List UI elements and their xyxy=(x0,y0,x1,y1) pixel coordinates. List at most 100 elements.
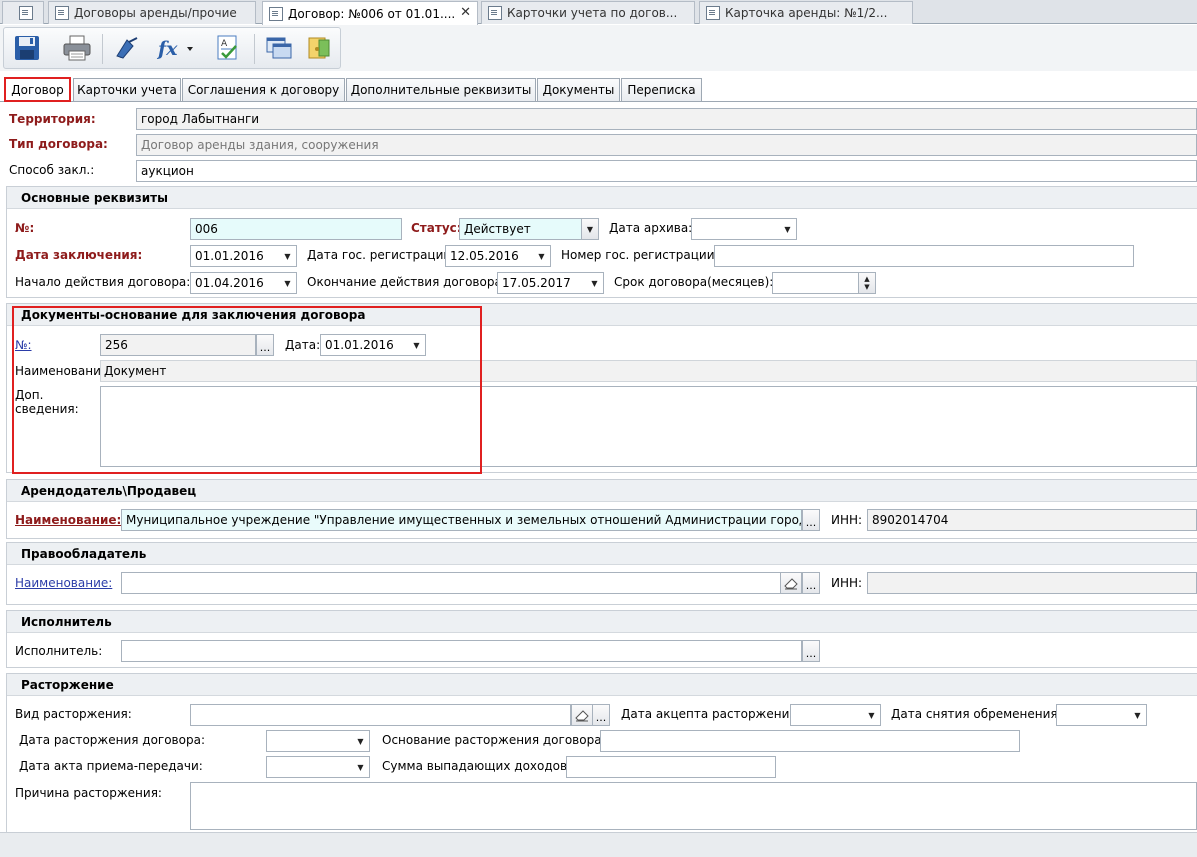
territory-label: Территория: xyxy=(9,112,96,126)
basis-name-value: Документ xyxy=(104,364,167,378)
lost-income-field[interactable] xyxy=(566,756,776,778)
folder-icon xyxy=(308,37,330,59)
print-button[interactable] xyxy=(60,32,94,64)
landlord-name-field[interactable]: Муниципальное учреждение "Управление иму… xyxy=(121,509,802,531)
executor-label: Исполнитель: xyxy=(15,644,103,658)
basis-number-browse-button[interactable]: ... xyxy=(256,334,274,356)
contract-term-spinner[interactable]: ▲ ▼ xyxy=(772,272,876,294)
encumbrance-date-field[interactable]: ▼ xyxy=(1056,704,1147,726)
fx-icon: fx xyxy=(156,38,193,60)
tab-label: Переписка xyxy=(627,83,696,97)
formula-button[interactable]: fx xyxy=(154,32,198,64)
tab-contract[interactable]: Договор xyxy=(4,77,71,102)
rightholder-inn-field[interactable] xyxy=(867,572,1197,594)
format-button[interactable] xyxy=(110,32,144,64)
number-label: №: xyxy=(15,221,35,235)
transfer-act-date-field[interactable]: ▼ xyxy=(266,756,370,778)
rightholder-inn-label: ИНН: xyxy=(831,576,863,590)
window-icon xyxy=(266,37,292,59)
tab-label: Договор xyxy=(11,82,64,97)
tab-accounting-cards[interactable]: Карточки учета xyxy=(73,78,181,101)
termination-reason-textarea[interactable] xyxy=(190,782,1197,830)
basis-date-field[interactable]: 01.01.2016 ▼ xyxy=(320,334,426,356)
rightholder-browse-button[interactable]: ... xyxy=(802,572,820,594)
termination-date-field[interactable]: ▼ xyxy=(266,730,370,752)
archive-date-label: Дата архива: xyxy=(609,221,693,235)
chevron-down-icon[interactable]: ▼ xyxy=(352,731,369,751)
status-select[interactable]: Действует ▼ xyxy=(459,218,599,240)
group-title: Документы-основание для заключения догов… xyxy=(21,308,366,322)
tab-correspondence[interactable]: Переписка xyxy=(621,78,702,101)
doc-tab-contracts-list[interactable]: Договоры аренды/прочие xyxy=(48,1,256,24)
chevron-down-icon[interactable]: ▼ xyxy=(863,705,880,725)
basis-name-label: Наименование xyxy=(15,364,109,378)
tab-label: Дополнительные реквизиты xyxy=(350,83,532,97)
document-icon xyxy=(706,6,720,20)
group-title: Арендодатель\Продавец xyxy=(21,484,197,498)
chevron-down-icon[interactable]: ▼ xyxy=(279,246,296,266)
chevron-down-icon[interactable]: ▼ xyxy=(779,219,796,239)
territory-field[interactable]: город Лабытнанги xyxy=(136,108,1197,130)
contract-type-value: Договор аренды здания, сооружения xyxy=(141,138,379,152)
chevron-down-icon[interactable]: ▼ xyxy=(586,273,603,293)
eraser-icon xyxy=(575,710,589,722)
chevron-down-icon[interactable]: ▼ xyxy=(581,219,598,239)
tab-strip-line xyxy=(0,101,1197,102)
basis-number-link[interactable]: №: xyxy=(15,338,32,352)
termination-kind-field[interactable] xyxy=(190,704,571,726)
landlord-name-link[interactable]: Наименование: xyxy=(15,513,121,527)
start-date-label: Начало действия договора: xyxy=(15,275,191,289)
chevron-down-icon[interactable]: ▼ xyxy=(1129,705,1146,725)
save-button[interactable] xyxy=(10,32,44,64)
doc-tab-label: Договоры аренды/прочие xyxy=(74,6,237,20)
termination-date-label: Дата расторжения договора: xyxy=(19,733,205,747)
doc-tab-accounting-cards[interactable]: Карточки учета по догов... xyxy=(481,1,695,24)
doc-tab-rent-card[interactable]: Карточка аренды: №1/2... xyxy=(699,1,913,24)
close-icon[interactable]: ✕ xyxy=(460,5,471,20)
end-date-field[interactable]: 17.05.2017 ▼ xyxy=(497,272,604,294)
conclusion-date-field[interactable]: 01.01.2016 ▼ xyxy=(190,245,297,267)
conclusion-method-field[interactable]: аукцион xyxy=(136,160,1197,182)
landlord-browse-button[interactable]: ... xyxy=(802,509,820,531)
chevron-down-icon[interactable]: ▼ xyxy=(352,757,369,777)
window-button[interactable] xyxy=(262,32,296,64)
landlord-header: Арендодатель\Продавец xyxy=(7,480,1197,502)
archive-date-field[interactable]: ▼ xyxy=(691,218,797,240)
document-icon xyxy=(488,6,502,20)
termination-kind-clear-button[interactable] xyxy=(571,704,593,726)
tab-agreements[interactable]: Соглашения к договору xyxy=(182,78,345,101)
executor-browse-button[interactable]: ... xyxy=(802,640,820,662)
folder-button[interactable] xyxy=(302,32,336,64)
rightholder-name-link[interactable]: Наименование: xyxy=(15,576,112,590)
rightholder-name-field[interactable] xyxy=(121,572,781,594)
landlord-inn-label: ИНН: xyxy=(831,513,863,527)
acceptance-date-field[interactable]: ▼ xyxy=(790,704,881,726)
contract-type-field[interactable]: Договор аренды здания, сооружения xyxy=(136,134,1197,156)
termination-kind-browse-button[interactable]: ... xyxy=(592,704,610,726)
chevron-down-icon[interactable]: ▼ xyxy=(279,273,296,293)
basis-number-field[interactable]: 256 xyxy=(100,334,256,356)
doc-tab-contract-006[interactable]: Договор: №006 от 01.01.... ✕ xyxy=(262,1,478,25)
eraser-icon xyxy=(784,578,798,590)
rightholder-clear-button[interactable] xyxy=(780,572,802,594)
number-field[interactable]: 006 xyxy=(190,218,402,240)
landlord-inn-field[interactable]: 8902014704 xyxy=(867,509,1197,531)
executor-field[interactable] xyxy=(121,640,802,662)
acceptance-date-label: Дата акцепта расторжения: xyxy=(621,707,801,721)
termination-basis-field[interactable] xyxy=(600,730,1020,752)
status-bar xyxy=(0,832,1197,857)
basis-name-field[interactable]: Документ xyxy=(100,360,1197,382)
toolbar-separator xyxy=(254,34,255,64)
registration-number-field[interactable] xyxy=(714,245,1134,267)
chevron-down-icon[interactable]: ▼ xyxy=(408,335,425,355)
registration-date-field[interactable]: 12.05.2016 ▼ xyxy=(445,245,551,267)
basis-notes-textarea[interactable] xyxy=(100,386,1197,467)
svg-text:A: A xyxy=(221,39,228,49)
chevron-down-icon[interactable]: ▼ xyxy=(533,246,550,266)
spellcheck-button[interactable]: A xyxy=(211,32,245,64)
tab-additional-details[interactable]: Дополнительные реквизиты xyxy=(346,78,536,101)
tab-list-menu[interactable] xyxy=(2,1,44,24)
tab-documents[interactable]: Документы xyxy=(537,78,620,101)
spinner-arrows-icon[interactable]: ▲ ▼ xyxy=(858,273,875,293)
start-date-field[interactable]: 01.04.2016 ▼ xyxy=(190,272,297,294)
